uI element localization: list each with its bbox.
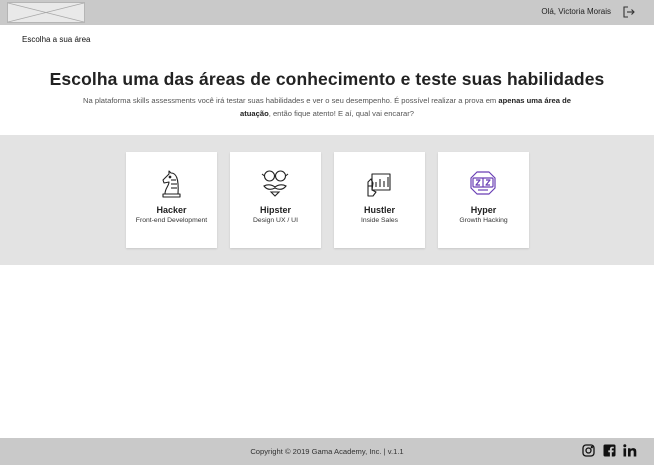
linkedin-icon[interactable] <box>623 444 637 458</box>
footer: Copyright © 2019 Gama Academy, Inc. | v.… <box>0 438 654 465</box>
breadcrumb: Escolha a sua área <box>22 35 91 44</box>
user-greeting: Olá, Victoria Morais <box>541 7 611 16</box>
area-title: Hyper <box>470 205 497 215</box>
chess-knight-icon <box>156 166 186 200</box>
placeholder-image-icon[interactable] <box>7 2 85 23</box>
logout-icon[interactable] <box>622 5 636 19</box>
hipster-glasses-icon <box>260 166 290 200</box>
vr-headset-icon <box>468 166 498 200</box>
copyright-text: Copyright © 2019 Gama Academy, Inc. | v.… <box>250 447 404 456</box>
area-subtitle: Inside Sales <box>360 217 399 224</box>
area-subtitle: Growth Hacking <box>459 217 508 224</box>
description-text: Na plataforma skills assessments você ir… <box>83 96 499 105</box>
facebook-icon[interactable] <box>603 444 617 458</box>
chart-hand-icon <box>364 166 394 200</box>
area-card-hustler[interactable]: Hustler Inside Sales <box>334 152 425 248</box>
area-card-hipster[interactable]: Hipster Design UX / UI <box>230 152 321 248</box>
top-bar: Olá, Victoria Morais <box>0 0 654 25</box>
area-title: Hacker <box>156 205 187 215</box>
area-subtitle: Design UX / UI <box>253 217 298 224</box>
area-subtitle: Front-end Development <box>135 217 208 224</box>
page-title: Escolha uma das áreas de conhecimento e … <box>49 69 605 89</box>
area-card-hacker[interactable]: Hacker Front-end Development <box>126 152 217 248</box>
areas-section <box>0 135 654 265</box>
area-title: Hipster <box>259 205 291 215</box>
area-title: Hustler <box>363 205 395 215</box>
page-description: Na plataforma skills assessments você ir… <box>70 95 584 120</box>
instagram-icon[interactable] <box>582 444 596 458</box>
description-text-end: , então fique atento! E aí, qual vai enc… <box>268 108 414 118</box>
area-card-hyper[interactable]: Hyper Growth Hacking <box>438 152 529 248</box>
